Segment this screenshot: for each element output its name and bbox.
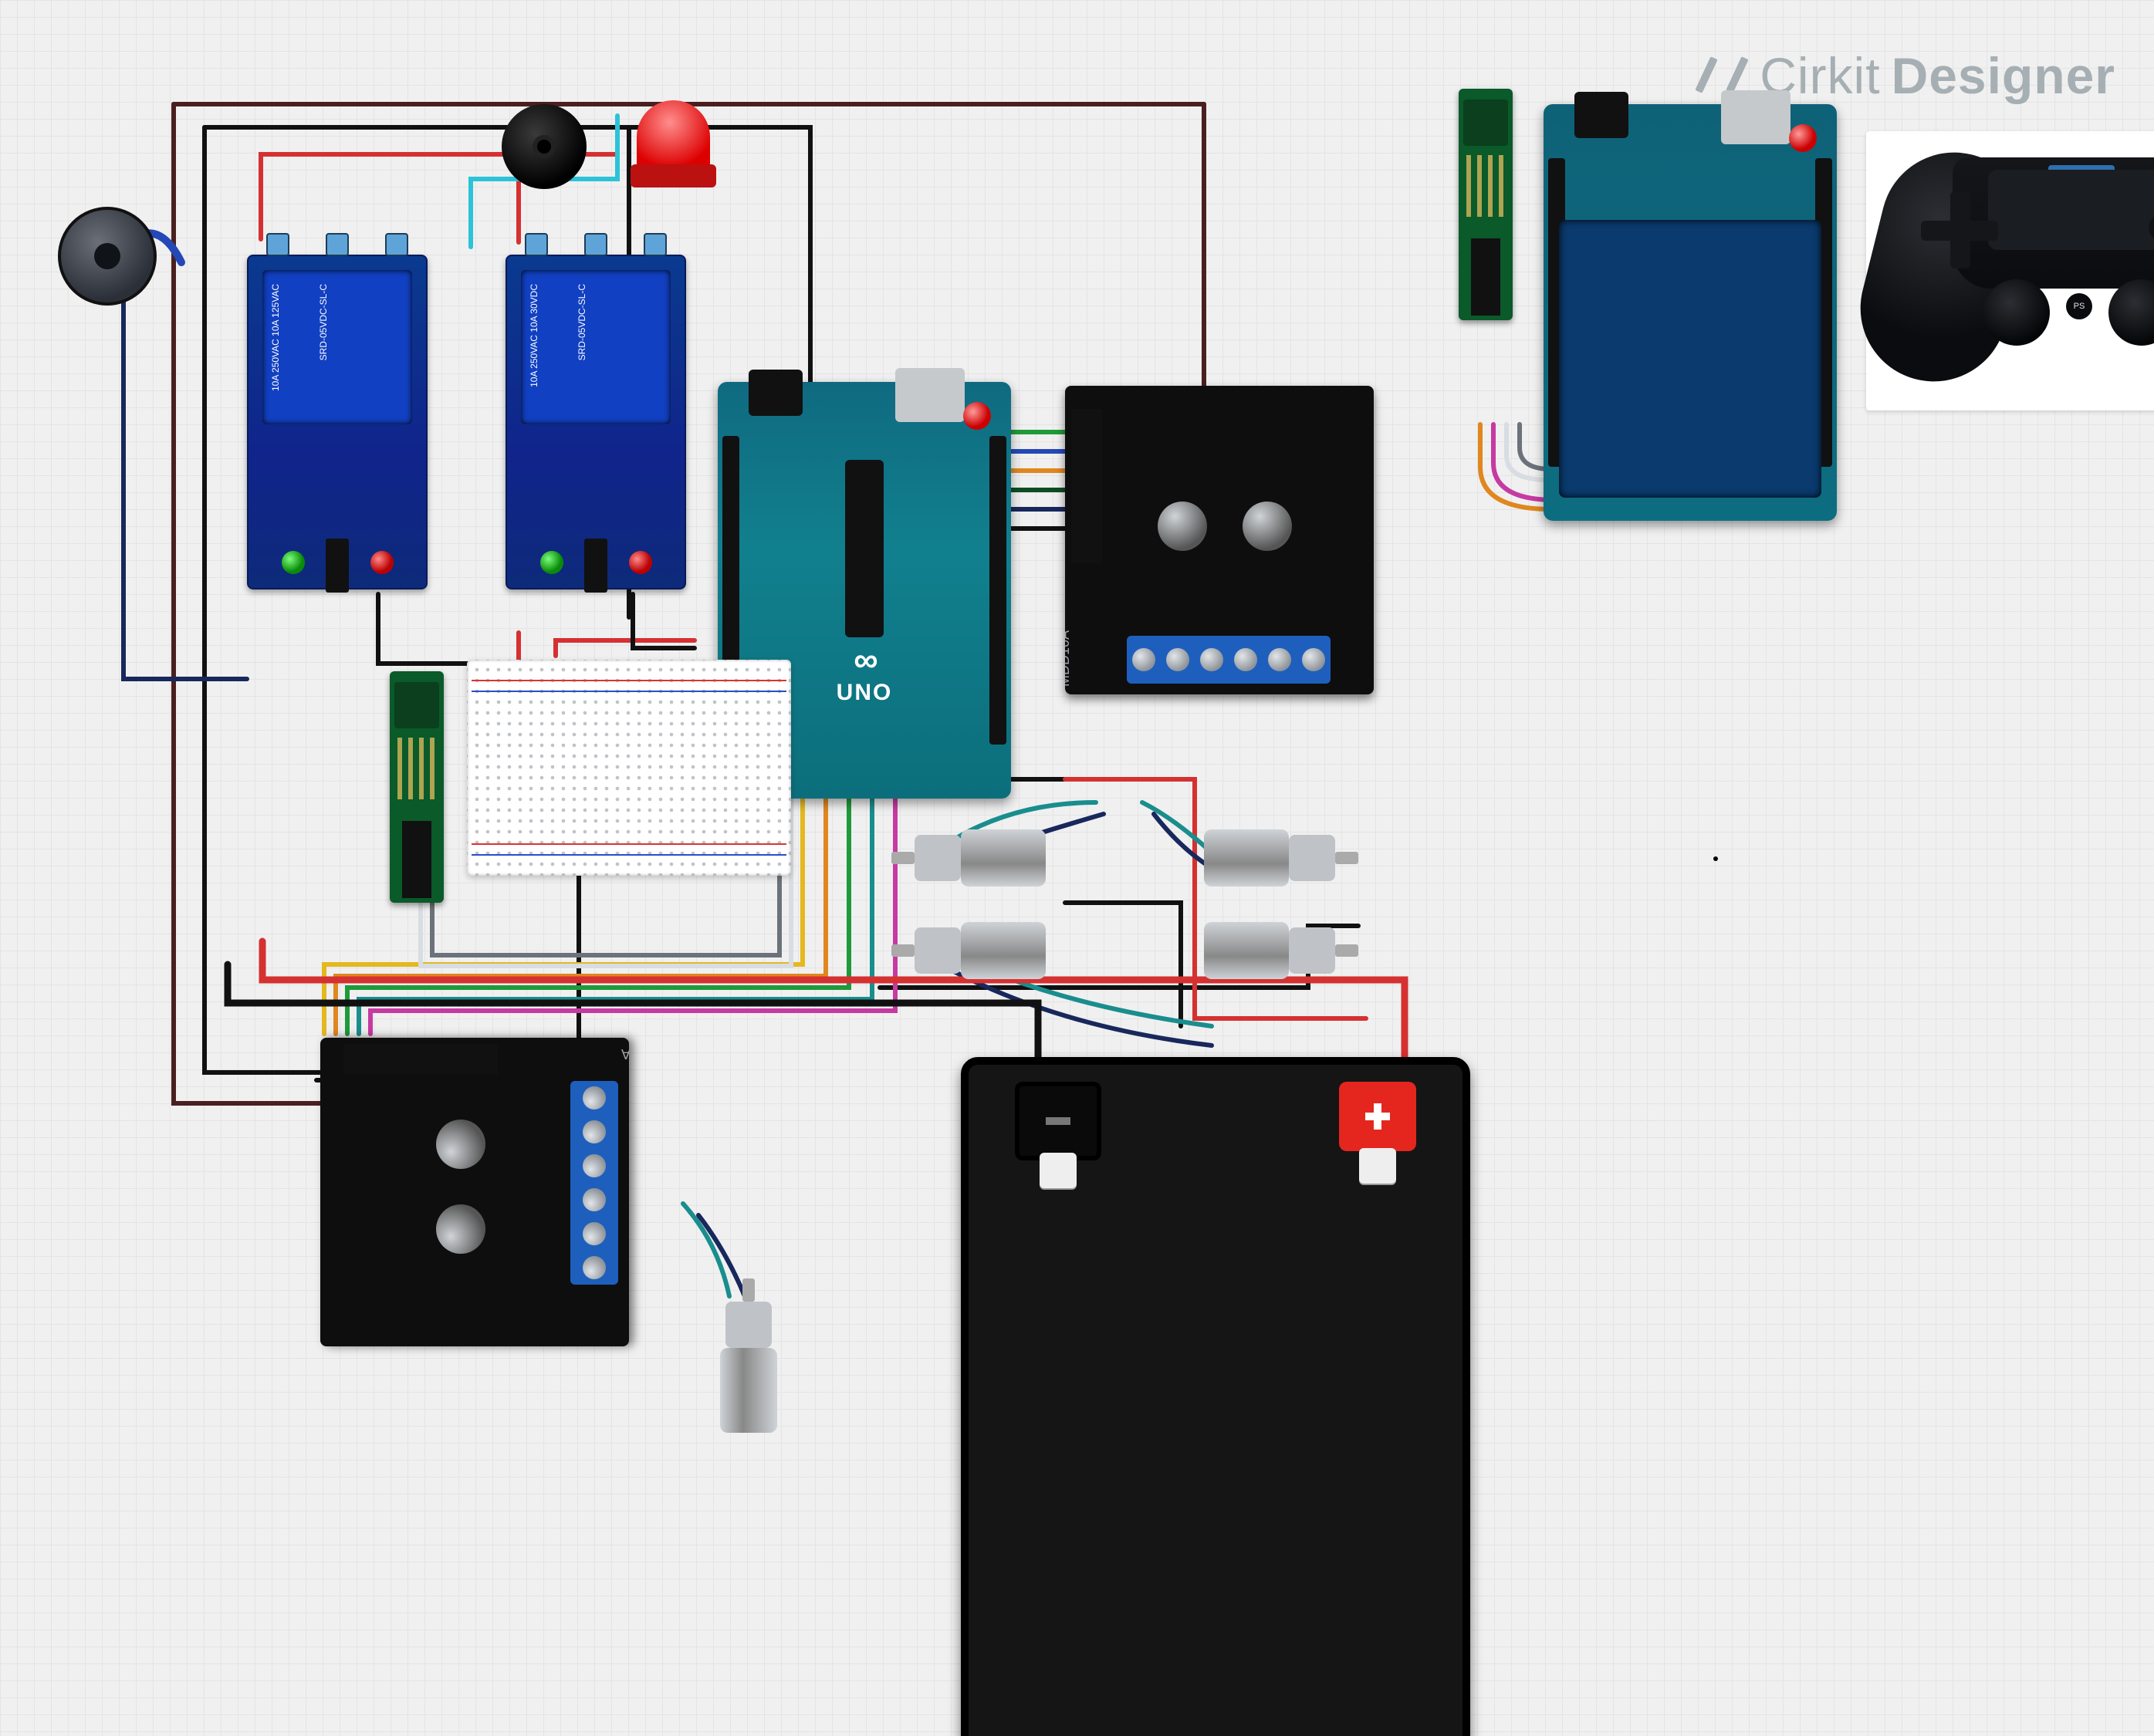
arduino-board-name: UNO (837, 680, 893, 706)
alarm-light[interactable] (637, 100, 710, 174)
bt-b-header (1471, 238, 1500, 316)
battery-positive-terminal (1339, 1082, 1416, 1151)
dc-motor-4[interactable] (1204, 922, 1358, 979)
sla-battery[interactable] (961, 1057, 1470, 1736)
relay-module-b[interactable]: 10A 250VAC 10A 30VDC SRD-05VDC-SL-C (506, 255, 686, 589)
ps4-controller-panel: △ □ ○ ✕ PS (1866, 131, 2154, 410)
usb-host-shield[interactable] (1559, 220, 1821, 498)
relay-module-a[interactable]: 10A 250VAC 10A 125VAC SRD-05VDC-SL-C (247, 255, 428, 589)
relay-a-rating: 10A 250VAC 10A 125VAC (270, 284, 281, 391)
dc-motor-1[interactable] (891, 829, 1046, 887)
arduino-reset-button[interactable] (963, 402, 991, 430)
bt-a-antenna-icon (397, 738, 436, 799)
ps4-right-stick[interactable] (2108, 279, 2154, 346)
ps4-left-stick[interactable] (1983, 279, 2050, 346)
driver-b-cap-icon (436, 1204, 485, 1254)
ps4-square-button[interactable]: □ (2149, 214, 2154, 241)
arduino2-reset-button[interactable] (1789, 124, 1817, 152)
relay-b-part: SRD-05VDC-SL-C (577, 284, 587, 360)
relay-b-screw-terminals (507, 239, 685, 256)
battery-negative-terminal (1015, 1082, 1101, 1160)
design-canvas[interactable]: Cirkit Designer (0, 0, 2154, 1736)
arduino-usb-port-icon (895, 368, 965, 422)
ps4-ps-button[interactable]: PS (2066, 293, 2092, 319)
driver-b-cap-icon (436, 1120, 485, 1169)
ps4-dpad[interactable] (1921, 191, 1998, 269)
motor-driver-a[interactable]: MDD10A (1065, 386, 1374, 694)
relay-a-screw-terminals (249, 239, 426, 256)
relay-a-header (326, 539, 349, 593)
relay-b-status-led-icon (629, 551, 652, 574)
arduino-uno-with-shield[interactable] (1544, 104, 1837, 521)
ps4-touchpad[interactable] (1988, 170, 2154, 250)
battery-pos-clip-icon (1359, 1148, 1396, 1184)
watermark-brand-right: Designer (1892, 46, 2115, 105)
electromagnet[interactable] (58, 207, 157, 306)
battery-neg-clip-icon (1040, 1153, 1077, 1188)
bluetooth-module-b[interactable] (1459, 89, 1513, 320)
bluetooth-module-a[interactable] (390, 671, 444, 903)
ps4-face-buttons: △ □ ○ ✕ (2149, 182, 2154, 273)
driver-b-signal-header (343, 1044, 498, 1075)
driver-a-model: MDD10A (1065, 630, 1073, 687)
stray-point-icon (1713, 856, 1718, 861)
arduino2-barrel-jack-icon (1574, 92, 1628, 138)
bt-b-antenna-icon (1466, 155, 1505, 217)
relay-b-rating: 10A 250VAC 10A 30VDC (529, 284, 539, 387)
driver-a-cap-icon (1158, 502, 1207, 551)
driver-a-cap-icon (1243, 502, 1292, 551)
relay-a-power-led-icon (282, 551, 305, 574)
arduino-right-header (989, 436, 1006, 745)
piezo-buzzer[interactable] (502, 104, 587, 189)
dc-motor-2[interactable] (891, 922, 1046, 979)
driver-a-signal-header (1071, 409, 1102, 563)
relay-a-status-led-icon (370, 551, 394, 574)
relay-a-part: SRD-05VDC-SL-C (318, 284, 329, 360)
dc-motor-5[interactable] (720, 1278, 777, 1433)
arduino2-usb-port-icon (1721, 90, 1790, 144)
arduino-mcu-chip-icon (845, 460, 884, 637)
arduino-logo-symbol: ∞ (837, 641, 893, 680)
motor-driver-b[interactable]: MDD10A (320, 1038, 629, 1346)
ps4-controller[interactable]: △ □ ○ ✕ PS (1878, 144, 2154, 398)
relay-b-power-led-icon (540, 551, 563, 574)
arduino-barrel-jack-icon (749, 370, 803, 416)
driver-a-motor-terminals (1127, 636, 1331, 684)
arduino-logo: ∞ UNO (837, 641, 893, 706)
driver-b-motor-terminals (570, 1081, 618, 1285)
relay-b-header (584, 539, 607, 593)
mini-breadboard[interactable] (467, 660, 791, 876)
driver-b-model: MDD10A (621, 1045, 629, 1062)
bt-a-header (402, 821, 431, 898)
dc-motor-3[interactable] (1204, 829, 1358, 887)
